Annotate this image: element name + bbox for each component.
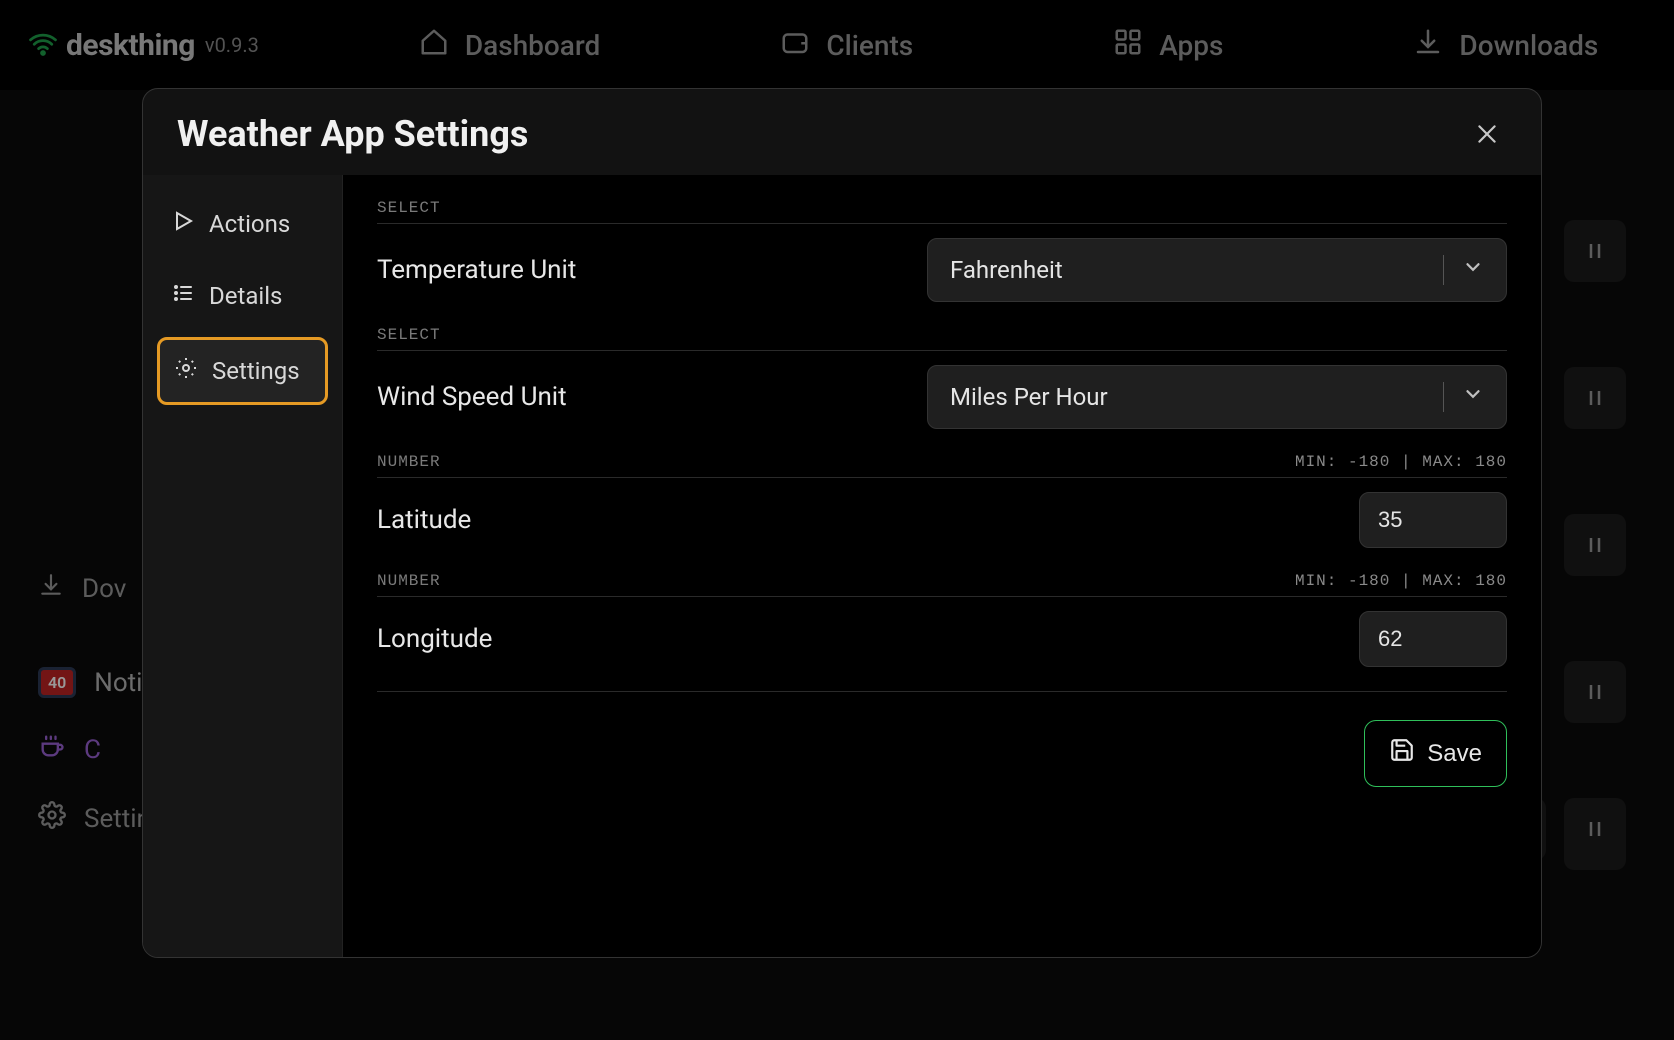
tab-settings-label: Settings [212, 357, 300, 385]
list-icon [171, 281, 195, 311]
temp-label: Temperature Unit [377, 255, 576, 285]
lon-input[interactable] [1359, 611, 1507, 667]
close-button[interactable] [1467, 114, 1507, 154]
field-wind-speed-unit: Wind Speed Unit Miles Per Hour [377, 365, 1507, 429]
field-latitude: Latitude [377, 492, 1507, 548]
tab-actions[interactable]: Actions [157, 193, 328, 255]
play-icon [171, 209, 195, 239]
wind-value: Miles Per Hour [950, 383, 1108, 411]
lat-label: Latitude [377, 505, 471, 535]
chevron-down-icon [1462, 383, 1484, 411]
save-label: Save [1427, 740, 1482, 768]
save-button[interactable]: Save [1364, 720, 1507, 787]
range-hint: MIN: -180 | MAX: 180 [1295, 572, 1507, 590]
range-hint: MIN: -180 | MAX: 180 [1295, 453, 1507, 471]
wind-label: Wind Speed Unit [377, 382, 567, 412]
tab-settings[interactable]: Settings [157, 337, 328, 405]
field-category-select: SELECT [377, 199, 1507, 224]
wind-select[interactable]: Miles Per Hour [927, 365, 1507, 429]
field-longitude: Longitude [377, 611, 1507, 667]
settings-modal: Weather App Settings Actions Details Set… [142, 88, 1542, 958]
modal-footer: Save [377, 691, 1507, 787]
lat-input[interactable] [1359, 492, 1507, 548]
field-temperature-unit: Temperature Unit Fahrenheit [377, 238, 1507, 302]
field-category-number: NUMBER MIN: -180 | MAX: 180 [377, 453, 1507, 478]
modal-title: Weather App Settings [177, 113, 528, 155]
lon-label: Longitude [377, 624, 492, 654]
field-category-number: NUMBER MIN: -180 | MAX: 180 [377, 572, 1507, 597]
close-icon [1474, 121, 1500, 147]
modal-sidebar: Actions Details Settings [143, 175, 343, 957]
modal-content: SELECT Temperature Unit Fahrenheit SELEC… [343, 175, 1541, 957]
save-icon [1389, 737, 1415, 770]
modal-header: Weather App Settings [143, 89, 1541, 175]
field-category-select: SELECT [377, 326, 1507, 351]
temp-select[interactable]: Fahrenheit [927, 238, 1507, 302]
tab-details-label: Details [209, 282, 282, 310]
chevron-down-icon [1462, 256, 1484, 284]
tab-actions-label: Actions [209, 210, 290, 238]
temp-value: Fahrenheit [950, 256, 1063, 284]
gear-icon [174, 356, 198, 386]
tab-details[interactable]: Details [157, 265, 328, 327]
